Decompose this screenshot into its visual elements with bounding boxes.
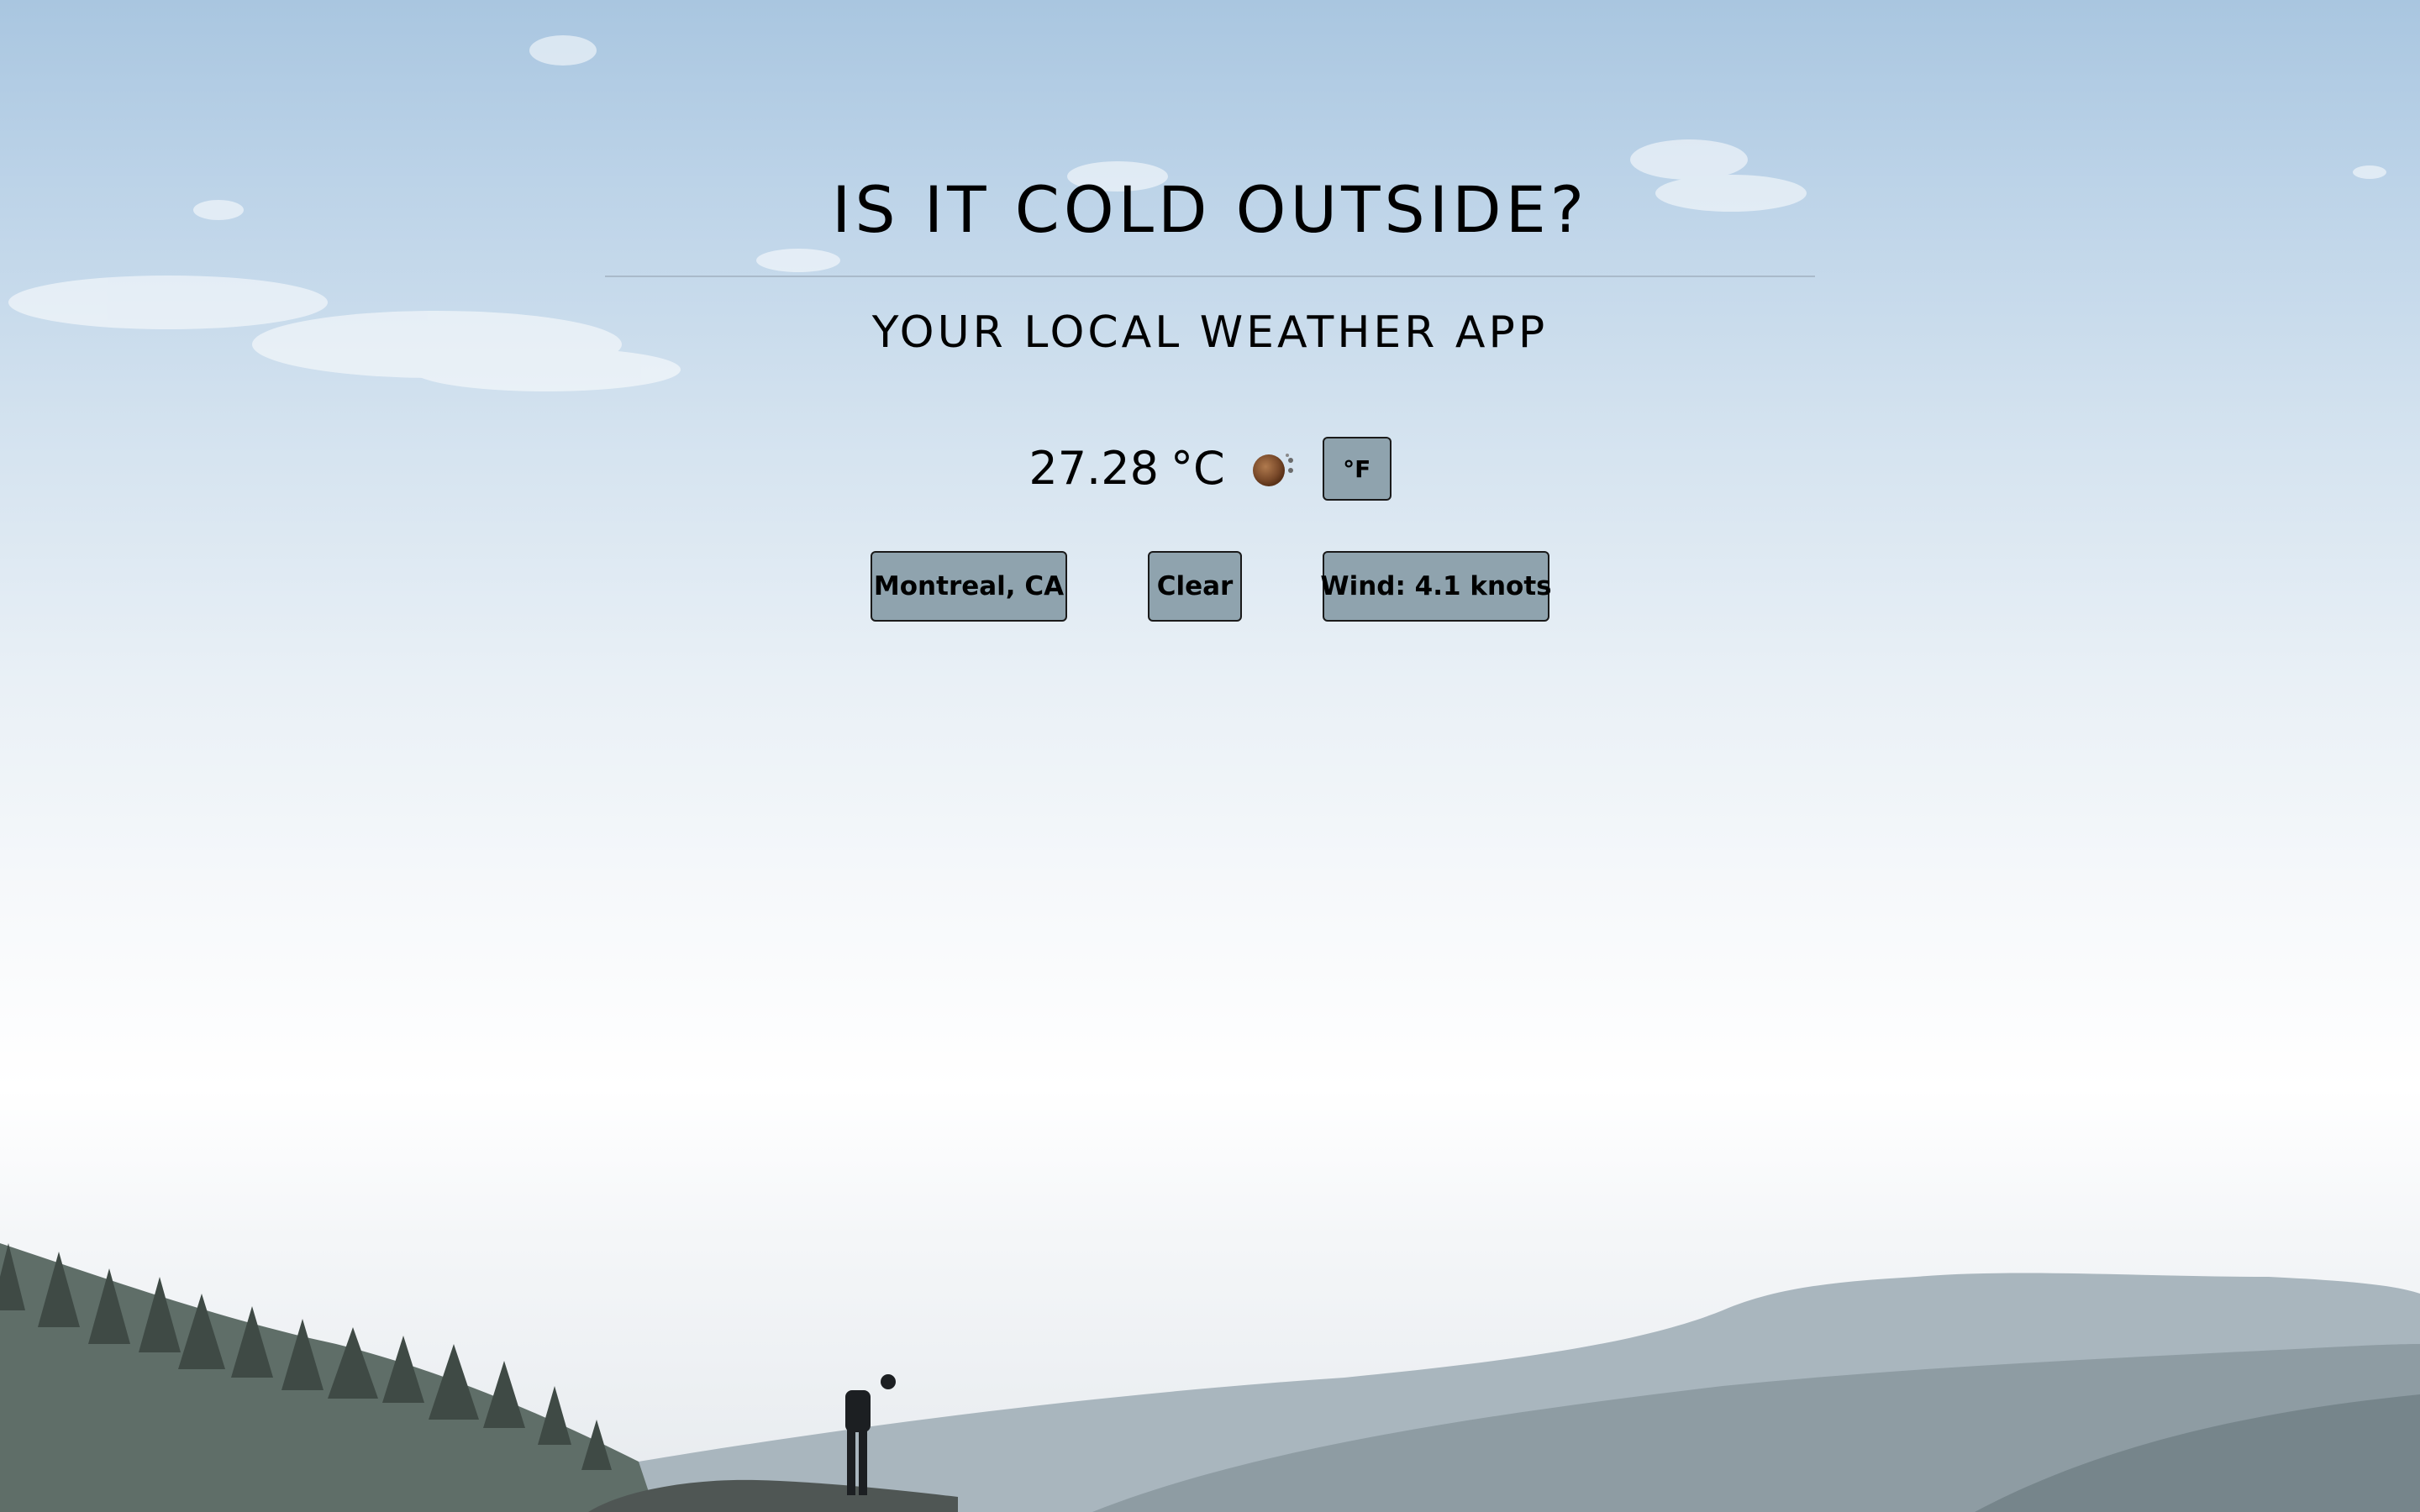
- temperature-value: 27.28: [1028, 442, 1159, 495]
- temperature-unit: °C: [1170, 442, 1225, 495]
- unit-toggle-button[interactable]: °F: [1322, 437, 1392, 501]
- condition-button[interactable]: Clear: [1148, 551, 1242, 622]
- wind-button[interactable]: Wind: 4.1 knots: [1320, 551, 1552, 622]
- sun-haze-icon: [1249, 449, 1299, 489]
- page-subtitle: YOUR LOCAL WEATHER APP: [871, 307, 1549, 358]
- weather-info-row: Montreal, CA Clear Wind: 4.1 knots: [0, 551, 2420, 622]
- left-hill: [0, 1243, 655, 1512]
- page-title: IS IT COLD OUTSIDE?: [831, 172, 1589, 247]
- title-divider: [605, 276, 1815, 277]
- temperature-row: 27.28 °C °F: [0, 435, 2420, 502]
- location-button[interactable]: Montreal, CA: [871, 551, 1067, 622]
